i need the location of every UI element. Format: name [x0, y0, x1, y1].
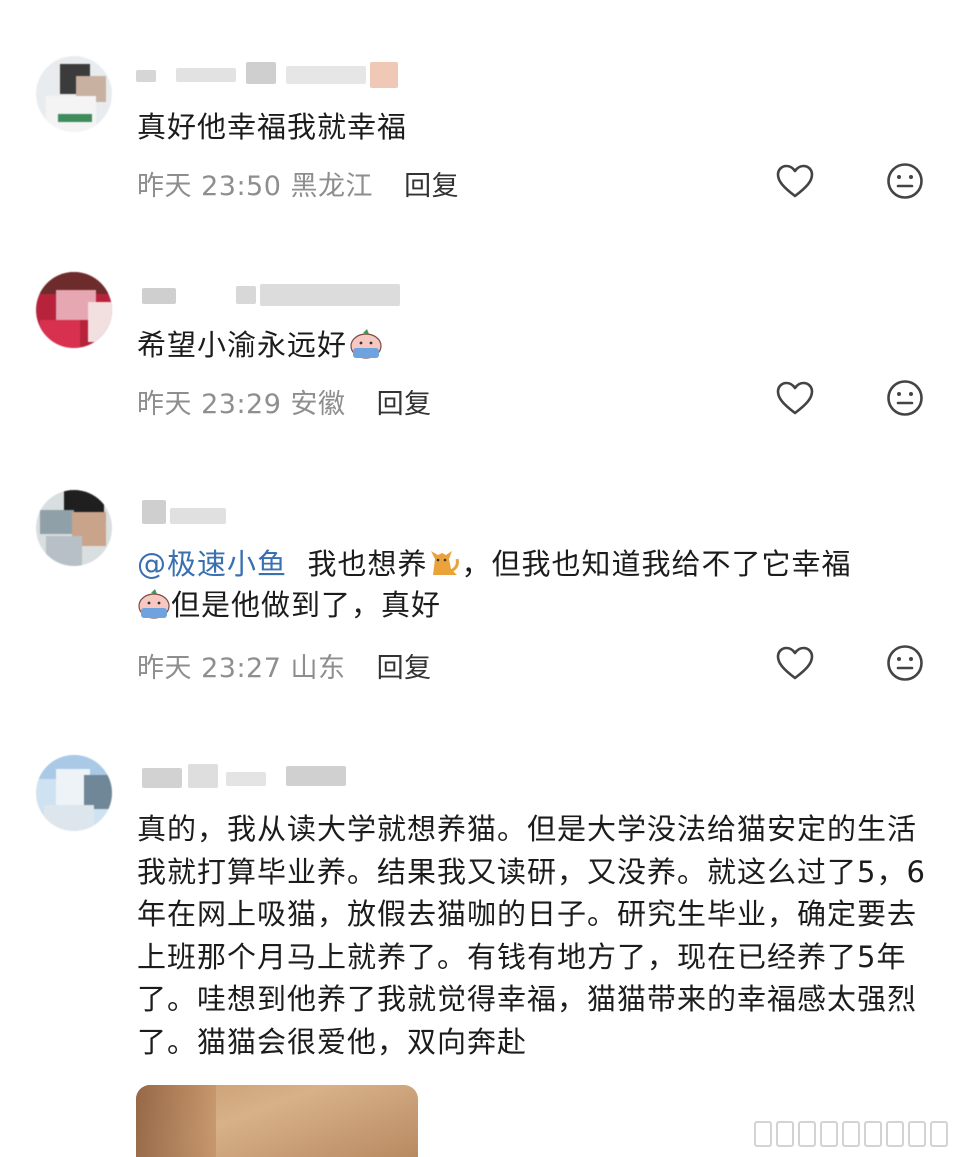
comment-text: 真的，我从读大学就想养猫。但是大学没法给猫安定的生活我就打算毕业养。结果我又读研… — [137, 812, 926, 1059]
heart-outline-icon[interactable] — [775, 644, 815, 684]
username-blurred[interactable] — [136, 764, 406, 788]
crying-pig-emoji-icon — [350, 329, 382, 359]
username-blurred[interactable] — [136, 500, 406, 524]
reply-button[interactable]: 回复 — [377, 389, 432, 420]
comment-meta: 昨天 23:29 安徽 回复 — [137, 382, 432, 421]
cat-emoji-icon — [431, 551, 460, 575]
watermark — [754, 1119, 964, 1149]
comment-text: 希望小渝永远好 — [137, 325, 937, 366]
avatar[interactable] — [36, 56, 112, 132]
reply-button[interactable]: 回复 — [404, 171, 459, 202]
avatar[interactable] — [36, 490, 112, 566]
timestamp: 昨天 23:50 — [137, 171, 282, 202]
comment-photo-thumbnail[interactable] — [136, 1085, 418, 1157]
location: 黑龙江 — [290, 171, 373, 202]
timestamp: 昨天 23:29 — [137, 389, 282, 420]
timestamp: 昨天 23:27 — [137, 653, 282, 684]
username-blurred[interactable] — [136, 62, 406, 88]
mention-link[interactable]: @极速小鱼 — [137, 547, 287, 581]
location: 山东 — [290, 653, 346, 684]
neutral-face-icon[interactable] — [885, 378, 925, 418]
comment-text: 真好他幸福我就幸福 — [137, 110, 408, 144]
username-blurred[interactable] — [136, 282, 406, 306]
avatar[interactable] — [36, 272, 112, 348]
neutral-face-icon[interactable] — [885, 643, 925, 683]
crying-pig-emoji-icon — [138, 589, 170, 619]
heart-outline-icon[interactable] — [775, 379, 815, 419]
comment-meta: 昨天 23:27 山东 回复 — [137, 646, 432, 685]
comment-meta: 昨天 23:50 黑龙江 回复 — [137, 164, 459, 203]
location: 安徽 — [290, 389, 346, 420]
avatar[interactable] — [36, 755, 112, 831]
comment-text: @极速小鱼 我也想养 ，但我也知道我给不了它幸福 但是他做到了，真好 — [137, 547, 852, 622]
reply-button[interactable]: 回复 — [377, 653, 432, 684]
neutral-face-icon[interactable] — [885, 161, 925, 201]
heart-outline-icon[interactable] — [775, 162, 815, 202]
